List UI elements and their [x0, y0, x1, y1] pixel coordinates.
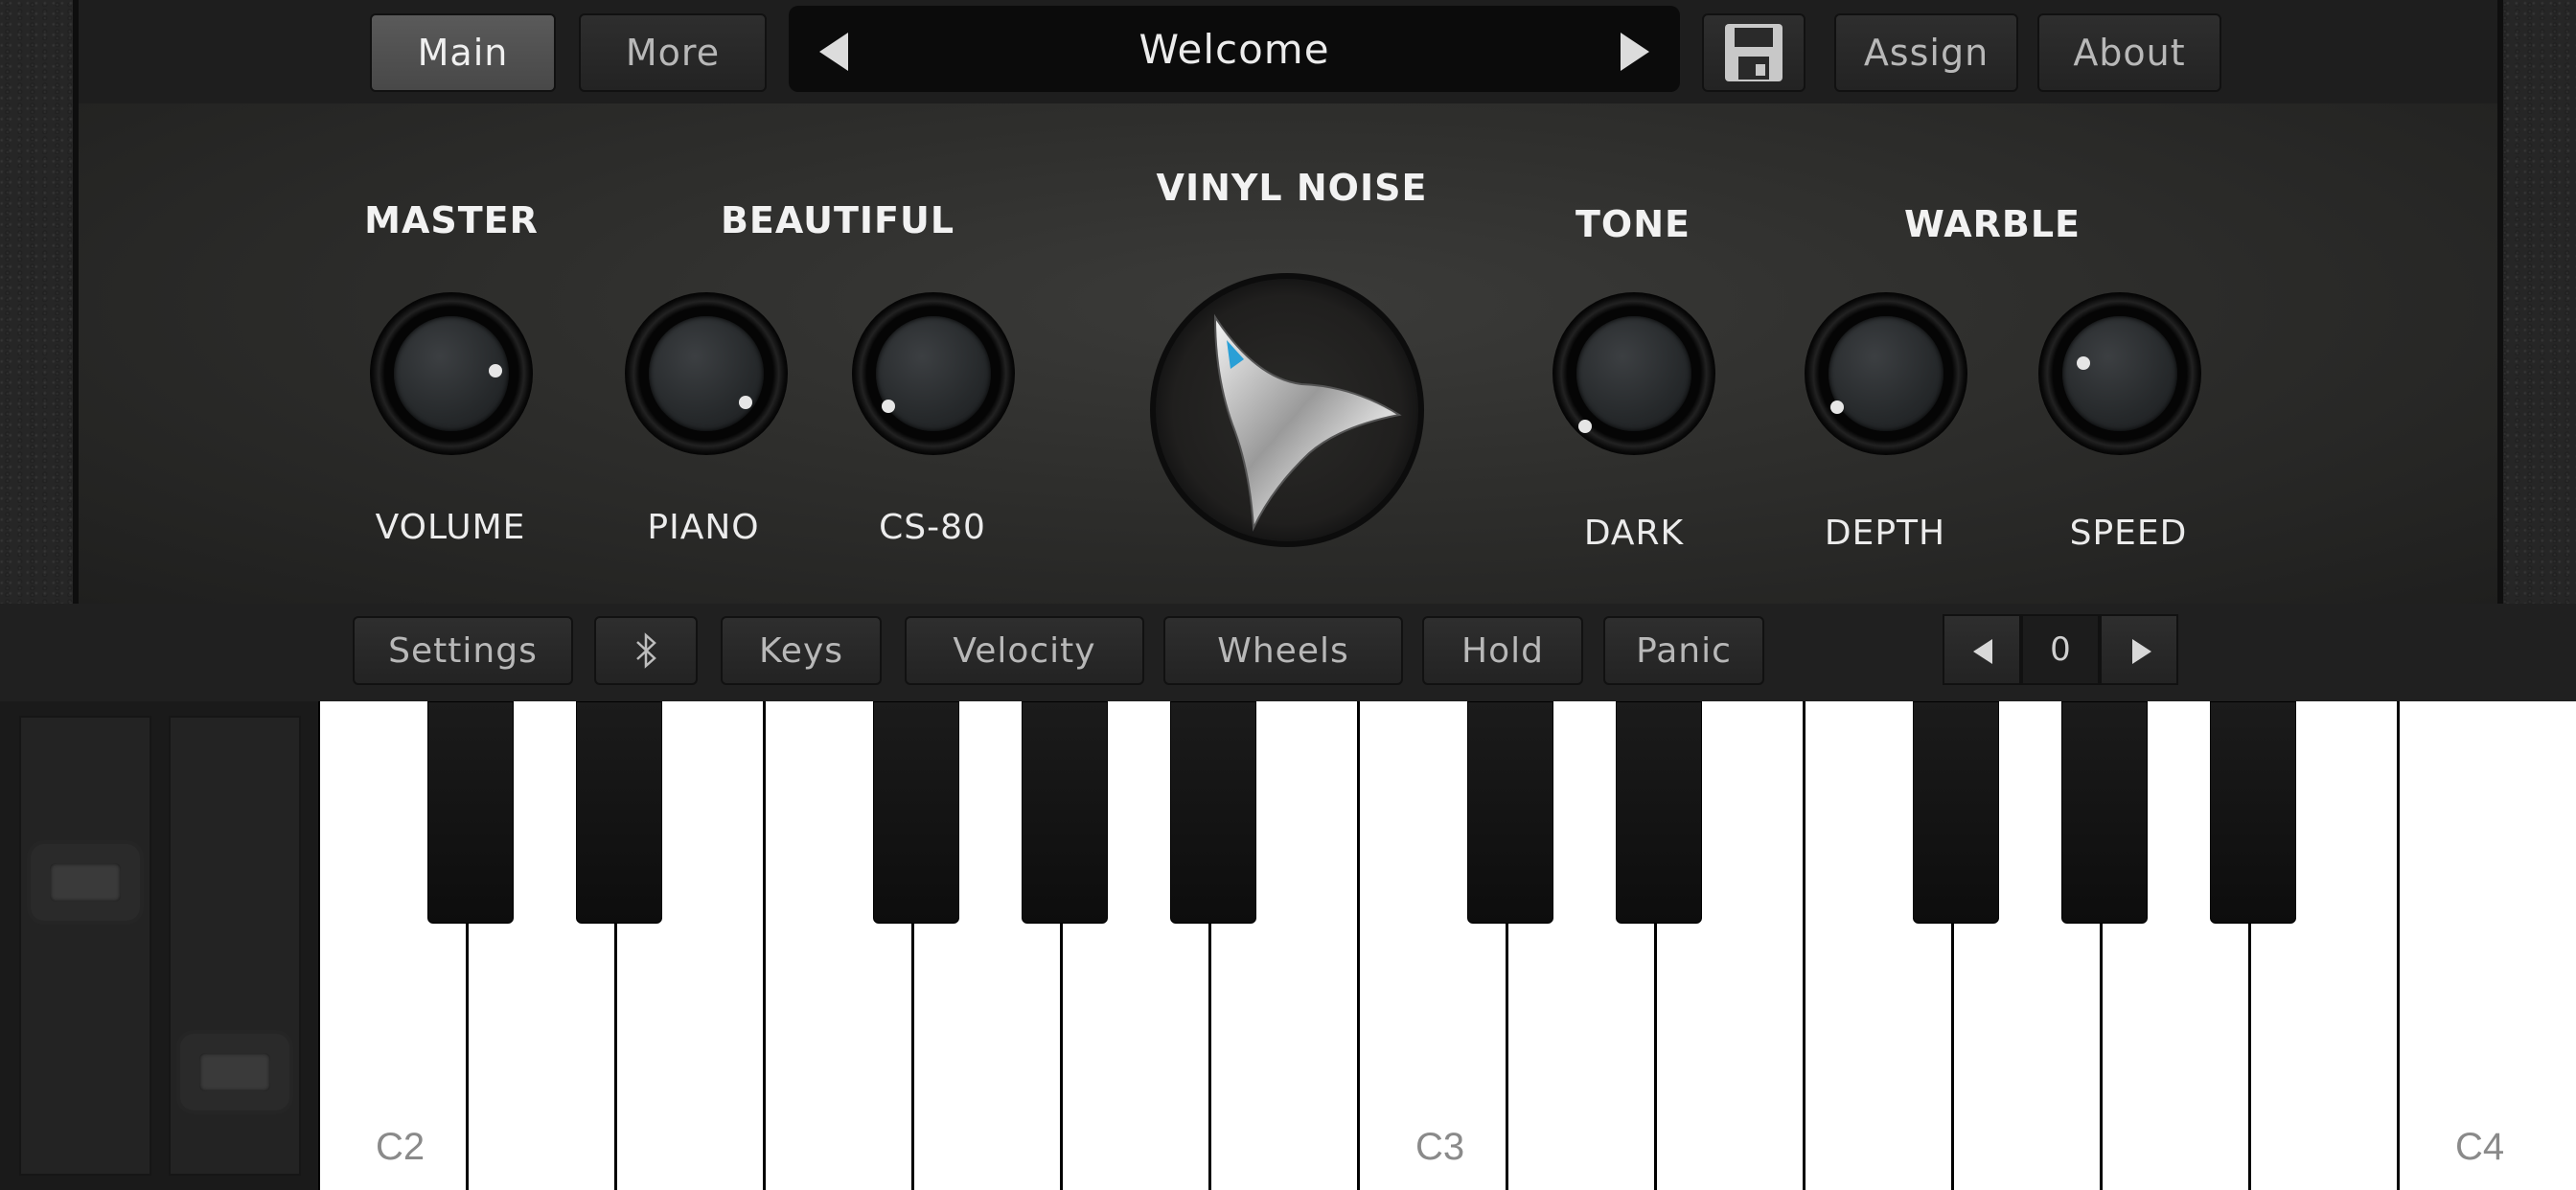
- octave-value: 0: [2021, 614, 2100, 685]
- vinyl-noise-label: VINYL NOISE: [1156, 167, 1428, 209]
- depth-label: DEPTH: [1824, 514, 1946, 553]
- note-label-c4: C4: [2455, 1126, 2505, 1168]
- black-key[interactable]: [1022, 701, 1108, 924]
- octave-up-button[interactable]: [2100, 614, 2178, 685]
- speed-knob[interactable]: [2038, 292, 2201, 455]
- tone-section-label: TONE: [1576, 203, 1690, 245]
- dark-knob[interactable]: [1552, 292, 1715, 455]
- black-key[interactable]: [1616, 701, 1702, 924]
- preset-selector[interactable]: Welcome: [789, 6, 1680, 92]
- velocity-button[interactable]: Velocity: [905, 616, 1144, 685]
- wheels-button[interactable]: Wheels: [1163, 616, 1403, 685]
- black-key[interactable]: [2210, 701, 2296, 924]
- assign-button[interactable]: Assign: [1834, 13, 2018, 92]
- bluetooth-button[interactable]: [594, 616, 698, 685]
- black-key[interactable]: [1913, 701, 1999, 924]
- octave-up-icon: [2132, 639, 2151, 664]
- right-side-panel: [2497, 0, 2576, 604]
- dark-label: DARK: [1583, 514, 1685, 553]
- depth-knob[interactable]: [1805, 292, 1967, 455]
- volume-label: VOLUME: [375, 508, 526, 547]
- black-key[interactable]: [427, 701, 514, 924]
- wheels-area: [0, 701, 318, 1190]
- mod-wheel[interactable]: [169, 716, 301, 1176]
- octave-down-button[interactable]: [1943, 614, 2021, 685]
- octave-selector: 0: [1943, 614, 2178, 685]
- black-key[interactable]: [576, 701, 662, 924]
- hold-button[interactable]: Hold: [1422, 616, 1583, 685]
- note-label-c2: C2: [376, 1126, 426, 1168]
- cs80-knob[interactable]: [852, 292, 1015, 455]
- beautiful-section-label: BEAUTIFUL: [720, 199, 955, 241]
- panic-button[interactable]: Panic: [1603, 616, 1764, 685]
- pitch-wheel[interactable]: [19, 716, 151, 1176]
- floppy-disk-icon: [1725, 24, 1782, 81]
- cs80-label: CS-80: [879, 508, 986, 547]
- settings-button[interactable]: Settings: [353, 616, 573, 685]
- speed-label: SPEED: [2069, 514, 2188, 553]
- piano-label: PIANO: [647, 508, 760, 547]
- vinyl-noise-knob-graphic: [1150, 273, 1424, 547]
- mod-wheel-handle[interactable]: [180, 1034, 289, 1110]
- right-rim: [2497, 0, 2503, 604]
- keys-button[interactable]: Keys: [721, 616, 882, 685]
- next-preset-icon[interactable]: [1621, 33, 1649, 71]
- more-tab-button[interactable]: More: [579, 13, 767, 92]
- black-key[interactable]: [1467, 701, 1553, 924]
- left-side-panel: [0, 0, 79, 604]
- pitch-wheel-handle[interactable]: [31, 844, 140, 921]
- warble-section-label: WARBLE: [1903, 203, 2082, 245]
- volume-knob[interactable]: [370, 292, 533, 455]
- save-button[interactable]: [1702, 13, 1806, 92]
- bluetooth-icon: [636, 632, 656, 669]
- preset-name: Welcome: [1138, 25, 1330, 73]
- piano-knob[interactable]: [625, 292, 788, 455]
- about-button[interactable]: About: [2037, 13, 2221, 92]
- black-key[interactable]: [1170, 701, 1256, 924]
- vinyl-noise-knob[interactable]: [1148, 271, 1426, 549]
- master-section-label: MASTER: [364, 199, 539, 241]
- white-key[interactable]: C4: [2400, 701, 2576, 1190]
- octave-down-icon: [1973, 639, 1992, 664]
- note-label-c3: C3: [1415, 1126, 1465, 1168]
- piano-keyboard: C2 C3 C4: [318, 701, 2576, 1190]
- black-key[interactable]: [873, 701, 959, 924]
- black-key[interactable]: [2061, 701, 2148, 924]
- main-tab-button[interactable]: Main: [370, 13, 556, 92]
